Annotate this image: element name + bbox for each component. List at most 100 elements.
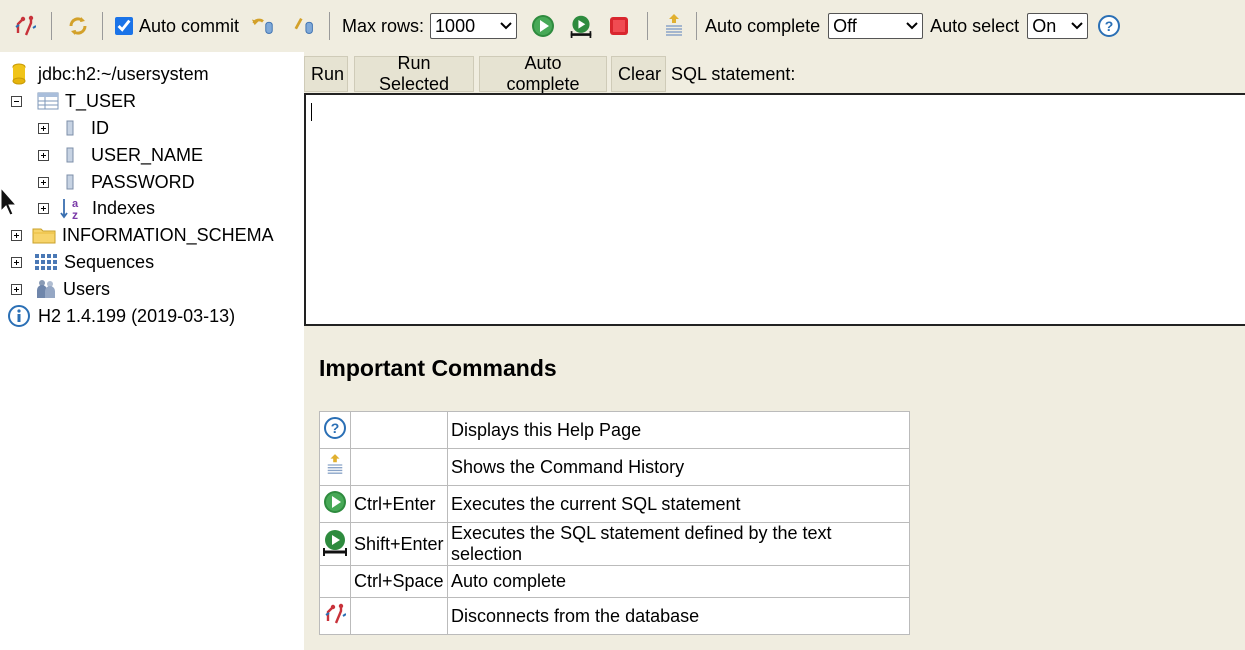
chevron-down-icon bbox=[906, 22, 918, 30]
table-label: T_USER bbox=[65, 90, 137, 111]
description-cell: Executes the current SQL statement bbox=[447, 485, 910, 523]
column-label: USER_NAME bbox=[91, 144, 204, 165]
expand-icon[interactable] bbox=[11, 256, 22, 268]
toolbar-separator bbox=[102, 12, 103, 40]
auto-complete-button[interactable]: Auto complete bbox=[479, 53, 607, 94]
tree-item-column[interactable]: ID bbox=[38, 115, 109, 141]
indexes-label: Indexes bbox=[92, 197, 156, 218]
column-label: ID bbox=[91, 117, 109, 138]
schema-tree: jdbc:h2:~/usersystem T_USER ID USER_NAME… bbox=[0, 52, 304, 650]
sql-panel: Run Run Selected Auto complete Clear SQL… bbox=[304, 52, 1245, 650]
table-icon bbox=[37, 92, 59, 110]
run-icon[interactable] bbox=[531, 14, 555, 38]
auto-select-value: On bbox=[1032, 15, 1057, 36]
auto-complete-label: Auto complete bbox=[705, 15, 821, 36]
description-cell: Displays this Help Page bbox=[447, 411, 910, 449]
stop-icon[interactable] bbox=[607, 14, 631, 38]
tree-item-column[interactable]: PASSWORD bbox=[38, 169, 195, 195]
toolbar: Auto commit Max rows: 1000 Auto complete… bbox=[0, 0, 1245, 52]
svg-text:?: ? bbox=[1105, 18, 1114, 34]
tree-item-sequences[interactable]: Sequences bbox=[11, 249, 154, 275]
users-icon bbox=[37, 280, 55, 298]
shortcut-cell: Ctrl+Enter bbox=[350, 485, 448, 523]
commit-icon[interactable] bbox=[293, 14, 317, 38]
toolbar-separator bbox=[647, 12, 649, 40]
history-icon bbox=[327, 453, 343, 474]
svg-text:?: ? bbox=[331, 420, 340, 436]
description-cell: Disconnects from the database bbox=[447, 597, 910, 635]
disconnect-icon bbox=[325, 603, 347, 623]
shortcut-cell bbox=[350, 448, 448, 486]
expand-icon[interactable] bbox=[38, 176, 49, 188]
toolbar-separator bbox=[51, 12, 52, 40]
auto-commit-label: Auto commit bbox=[139, 15, 240, 36]
tree-item-table[interactable]: T_USER bbox=[11, 88, 136, 114]
collapse-icon[interactable] bbox=[11, 95, 22, 107]
table-row: Ctrl+Space Auto complete bbox=[319, 565, 910, 598]
info-icon bbox=[8, 305, 30, 327]
run-icon bbox=[324, 490, 346, 513]
table-row: Disconnects from the database bbox=[319, 597, 910, 635]
disconnect-icon[interactable] bbox=[13, 14, 37, 38]
column-icon bbox=[66, 174, 74, 190]
tree-item-indexes[interactable]: az Indexes bbox=[38, 195, 155, 221]
auto-commit-checkbox[interactable] bbox=[115, 17, 133, 35]
commands-table: ? Displays this Help Page Shows the Comm… bbox=[319, 411, 910, 635]
connection-label: jdbc:h2:~/usersystem bbox=[38, 63, 209, 84]
svg-text:z: z bbox=[72, 208, 78, 220]
history-icon[interactable] bbox=[662, 14, 686, 38]
expand-icon[interactable] bbox=[11, 283, 22, 295]
sequences-label: Sequences bbox=[64, 251, 155, 272]
auto-complete-select[interactable]: Off bbox=[828, 13, 924, 39]
run-button[interactable]: Run bbox=[304, 56, 348, 92]
max-rows-value: 1000 bbox=[435, 15, 476, 36]
auto-select-label: Auto select bbox=[930, 15, 1020, 36]
auto-select-select[interactable]: On bbox=[1027, 13, 1089, 39]
chevron-down-icon bbox=[500, 22, 512, 30]
folder-icon bbox=[32, 228, 56, 244]
schema-label: INFORMATION_SCHEMA bbox=[62, 224, 274, 245]
shortcut-cell bbox=[350, 597, 448, 635]
table-row: Shift+Enter Executes the SQL statement d… bbox=[319, 522, 910, 566]
expand-icon[interactable] bbox=[38, 202, 49, 214]
clear-button[interactable]: Clear bbox=[611, 56, 666, 92]
expand-icon[interactable] bbox=[38, 122, 49, 134]
run-selected-icon[interactable] bbox=[569, 14, 593, 38]
sort-az-icon: az bbox=[60, 198, 79, 220]
mouse-cursor-icon bbox=[0, 187, 18, 216]
table-row: Shows the Command History bbox=[319, 448, 910, 486]
run-selected-icon bbox=[323, 529, 347, 556]
column-icon bbox=[66, 120, 74, 136]
toolbar-separator bbox=[696, 12, 698, 40]
tree-item-users[interactable]: Users bbox=[11, 276, 110, 302]
column-icon bbox=[66, 147, 74, 163]
shortcut-cell: Shift+Enter bbox=[350, 522, 448, 566]
shortcut-cell: Ctrl+Space bbox=[350, 565, 448, 598]
tree-version: H2 1.4.199 (2019-03-13) bbox=[8, 303, 235, 329]
version-label: H2 1.4.199 (2019-03-13) bbox=[38, 305, 236, 326]
max-rows-label: Max rows: bbox=[342, 15, 425, 36]
expand-icon[interactable] bbox=[11, 229, 22, 241]
sequence-icon bbox=[35, 254, 57, 270]
text-caret bbox=[311, 103, 312, 121]
sql-editor[interactable] bbox=[304, 93, 1245, 326]
description-cell: Auto complete bbox=[447, 565, 910, 598]
description-cell: Executes the SQL statement defined by th… bbox=[447, 522, 910, 566]
tree-connection[interactable]: jdbc:h2:~/usersystem bbox=[10, 61, 209, 87]
database-icon bbox=[12, 63, 26, 85]
rollback-icon[interactable] bbox=[251, 14, 275, 38]
toolbar-separator bbox=[329, 12, 331, 40]
sql-statement-label: SQL statement: bbox=[671, 64, 796, 84]
shortcut-cell bbox=[350, 411, 448, 449]
description-cell: Shows the Command History bbox=[447, 448, 910, 486]
chevron-down-icon bbox=[1071, 22, 1083, 30]
expand-icon[interactable] bbox=[38, 149, 49, 161]
run-selected-button[interactable]: Run Selected bbox=[354, 53, 474, 94]
refresh-icon[interactable] bbox=[66, 14, 90, 38]
max-rows-select[interactable]: 1000 bbox=[430, 13, 518, 39]
table-row: Ctrl+Enter Executes the current SQL stat… bbox=[319, 485, 910, 523]
users-label: Users bbox=[63, 278, 111, 299]
tree-item-schema[interactable]: INFORMATION_SCHEMA bbox=[11, 222, 274, 248]
tree-item-column[interactable]: USER_NAME bbox=[38, 142, 203, 168]
help-icon[interactable]: ? bbox=[1097, 14, 1121, 38]
